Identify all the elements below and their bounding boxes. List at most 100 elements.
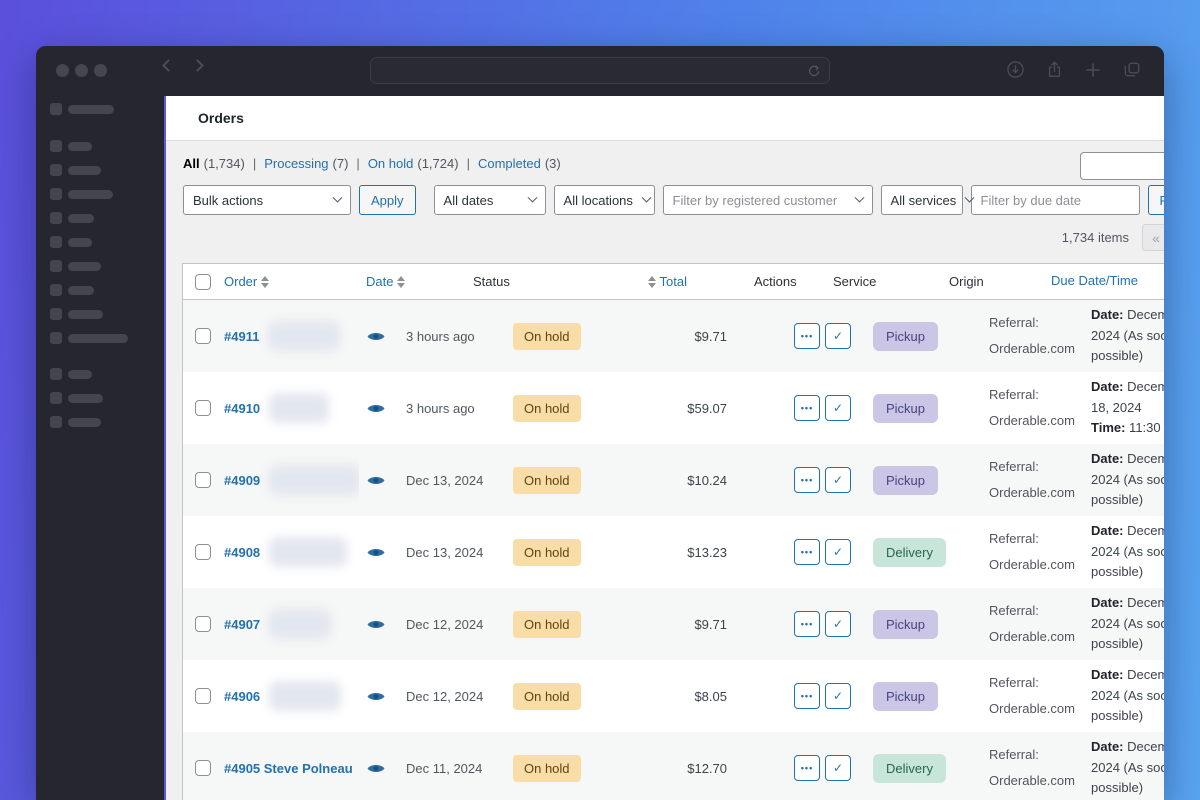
check-action-button[interactable]: ✓ [825,611,851,637]
order-link[interactable]: #4906 [224,689,260,704]
sidebar-skeleton-item[interactable] [36,140,164,152]
view-processing[interactable]: Processing (7) [264,156,348,171]
preview-eye-icon[interactable] [367,547,385,558]
check-action-button[interactable]: ✓ [825,323,851,349]
forward-arrow-icon[interactable] [191,59,204,72]
blurred-customer-name [269,537,348,567]
header-label[interactable]: Date [366,274,393,289]
back-arrow-icon[interactable] [162,59,175,72]
sidebar-skeleton-item[interactable] [36,236,164,248]
preview-cell [359,516,399,588]
sidebar-skeleton-item[interactable] [36,164,164,176]
view-on-hold[interactable]: On hold (1,724) [368,156,459,171]
share-icon[interactable] [1045,60,1064,79]
sidebar-item-icon [50,188,62,200]
sidebar-skeleton-item[interactable] [36,308,164,320]
header-label[interactable]: Total [660,274,687,289]
sidebar-skeleton-item[interactable] [36,416,164,428]
actions-cell: ••• ✓ [749,588,859,660]
locations-select[interactable]: All locations [553,185,655,215]
view-completed[interactable]: Completed (3) [478,156,561,171]
sort-desc-icon [647,282,656,288]
check-action-button[interactable]: ✓ [825,395,851,421]
header-service: Service [819,264,919,299]
window-dot-icon[interactable] [75,64,88,77]
first-page-button[interactable]: « [1142,224,1164,251]
preview-eye-icon[interactable] [367,331,385,342]
preview-eye-icon[interactable] [367,691,385,702]
new-tab-plus-icon[interactable] [1084,61,1102,79]
sidebar-skeleton-item[interactable] [36,103,164,115]
header-label[interactable]: Order [224,274,257,289]
row-checkbox[interactable] [195,760,211,776]
ellipsis-action-button[interactable]: ••• [794,683,820,709]
search-input[interactable] [1080,152,1164,180]
view-link[interactable]: Processing [264,156,328,171]
customer-filter-select[interactable]: Filter by registered customer [662,185,873,215]
filter-button[interactable]: Filter [1147,185,1164,215]
order-date-cell: Dec 13, 2024 [406,544,484,560]
check-action-button[interactable]: ✓ [825,755,851,781]
preview-eye-icon[interactable] [367,403,385,414]
header-label[interactable]: Due Date/Time [1051,271,1138,292]
row-checkbox[interactable] [195,472,211,488]
row-checkbox[interactable] [195,544,211,560]
sidebar-skeleton-item[interactable] [36,368,164,380]
apply-button[interactable]: Apply [359,185,416,215]
sidebar-item-icon [50,416,62,428]
view-count: (1,734) [203,156,245,171]
row-checkbox[interactable] [195,400,211,416]
due-date-filter-input[interactable] [970,185,1140,215]
ellipsis-action-button[interactable]: ••• [794,539,820,565]
reload-icon[interactable] [807,64,821,78]
order-link[interactable]: #4908 [224,545,260,560]
sort-arrows-icon [261,275,270,288]
view-link[interactable]: Completed [478,156,541,171]
order-date-cell: 3 hours ago [406,328,475,344]
sidebar-skeleton-item[interactable] [36,284,164,296]
check-action-button[interactable]: ✓ [825,467,851,493]
sidebar-skeleton-item[interactable] [36,188,164,200]
check-action-button[interactable]: ✓ [825,539,851,565]
bulk-actions-select[interactable]: Bulk actions [183,185,351,215]
order-link[interactable]: #4909 [224,473,260,488]
ellipsis-action-button[interactable]: ••• [794,755,820,781]
due-label: Date: [1091,378,1124,394]
sidebar-item-icon [50,284,62,296]
ellipsis-action-button[interactable]: ••• [794,611,820,637]
sidebar-skeleton-item[interactable] [36,212,164,224]
ellipsis-action-button[interactable]: ••• [794,395,820,421]
window-dot-icon[interactable] [94,64,107,77]
dates-select[interactable]: All dates [433,185,546,215]
order-link[interactable]: #4905 Steve Polneau [224,761,353,776]
preview-eye-icon[interactable] [367,763,385,774]
total-cell: $13.23 [687,544,727,560]
table-row: #4906 Dec 12, 2024 On hold $8.05 ••• ✓ Pickup R… [183,660,1164,732]
view-all[interactable]: All (1,734) [183,156,245,171]
order-link[interactable]: #4907 [224,617,260,632]
order-link[interactable]: #4910 [224,401,260,416]
download-icon[interactable] [1006,60,1025,79]
select-all-checkbox[interactable] [195,273,211,290]
row-checkbox[interactable] [195,688,211,704]
order-link[interactable]: #4911 [224,329,259,344]
sidebar-skeleton-item[interactable] [36,332,164,344]
view-link[interactable]: On hold [368,156,414,171]
services-select[interactable]: All services [880,185,975,215]
row-checkbox[interactable] [195,616,211,632]
preview-eye-icon[interactable] [367,619,385,630]
view-link[interactable]: All [183,156,200,171]
sidebar-skeleton-item[interactable] [36,392,164,404]
ellipsis-action-button[interactable]: ••• [794,467,820,493]
sort-asc-icon [397,275,406,281]
row-checkbox[interactable] [195,328,211,344]
bulk-actions-value: Bulk actions [193,192,264,208]
window-dot-icon[interactable] [56,64,69,77]
preview-eye-icon[interactable] [367,475,385,486]
check-action-button[interactable]: ✓ [825,683,851,709]
origin-line: Orderable.com [989,701,1075,716]
tab-overview-icon[interactable] [1122,60,1142,79]
ellipsis-action-button[interactable]: ••• [794,323,820,349]
sidebar-skeleton-item[interactable] [36,260,164,272]
address-bar[interactable] [370,57,830,84]
